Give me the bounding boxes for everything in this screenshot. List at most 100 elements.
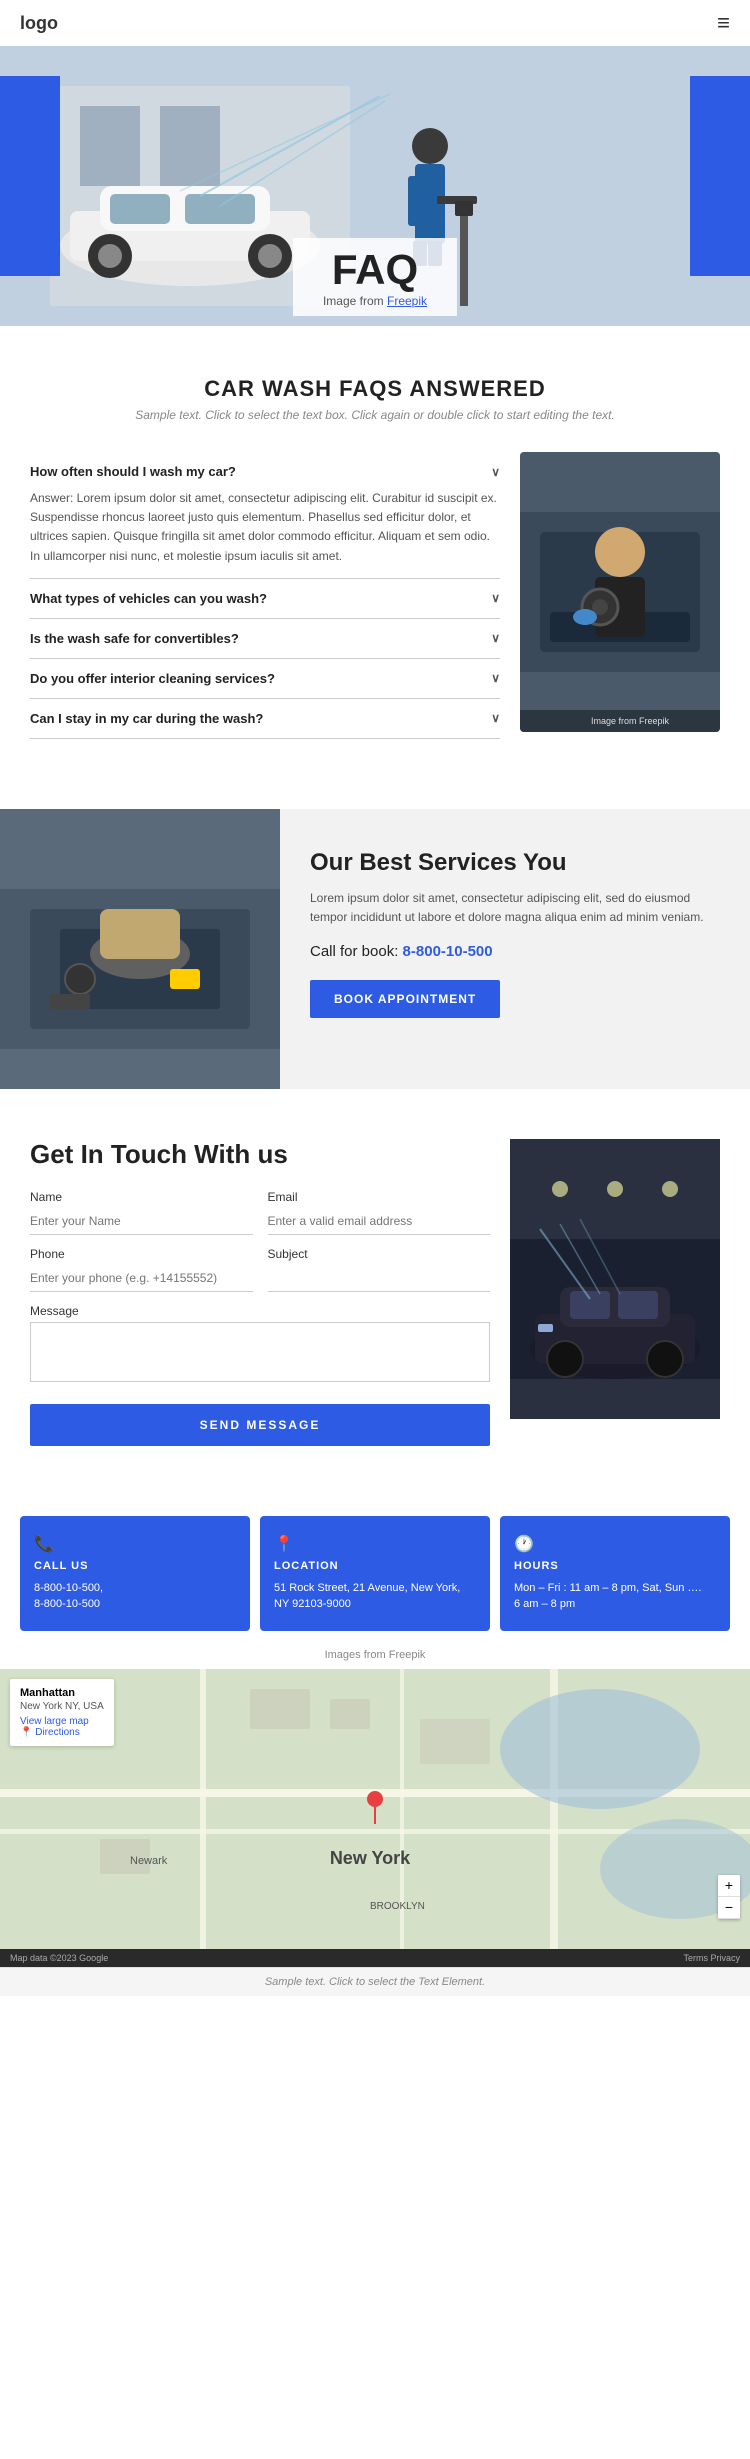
services-title: Our Best Services You <box>310 849 720 877</box>
faq-image: Image from Freepik <box>520 452 720 732</box>
faq-answer-1: Answer: Lorem ipsum dolor sit amet, cons… <box>30 489 500 566</box>
form-group-message: Message <box>30 1304 490 1382</box>
faq-heading: CAR WASH FAQS ANSWERED <box>30 376 720 402</box>
contact-car-image <box>510 1139 720 1419</box>
faq-item-2: What types of vehicles can you wash? ∨ <box>30 579 500 619</box>
hours-icon: 🕐 <box>514 1534 716 1554</box>
faq-arrow-3: ∨ <box>491 631 500 645</box>
faq-question-1[interactable]: How often should I wash my car? ∨ <box>30 464 500 479</box>
hero-section: FAQ Image from Freepik <box>0 46 750 326</box>
hero-freepik-link[interactable]: Freepik <box>387 294 427 308</box>
map-zoom-out[interactable]: − <box>718 1897 740 1919</box>
subject-label: Subject <box>268 1247 491 1261</box>
services-content: Our Best Services You Lorem ipsum dolor … <box>280 809 750 1089</box>
faq-arrow-5: ∨ <box>491 711 500 725</box>
faq-right-image: Image from Freepik <box>520 452 720 739</box>
phone-link[interactable]: 8-800-10-500 <box>403 943 493 960</box>
hours-card-title: HOURS <box>514 1560 716 1572</box>
send-message-button[interactable]: SEND MESSAGE <box>30 1404 490 1446</box>
faq-section: CAR WASH FAQS ANSWERED Sample text. Clic… <box>0 326 750 769</box>
logo: logo <box>20 13 58 34</box>
faq-arrow-2: ∨ <box>491 591 500 605</box>
message-textarea[interactable] <box>30 1322 490 1382</box>
hours-card-text: Mon – Fri : 11 am – 8 pm, Sat, Sun …. 6 … <box>514 1580 716 1613</box>
faq-interior-svg: Image from Freepik <box>520 452 720 732</box>
email-input[interactable] <box>268 1208 491 1235</box>
call-label: Call for book: <box>310 943 398 960</box>
faq-question-text-3: Is the wash safe for convertibles? <box>30 631 239 646</box>
contact-image <box>510 1139 720 1446</box>
faq-question-text-1: How often should I wash my car? <box>30 464 236 479</box>
faq-item-4: Do you offer interior cleaning services?… <box>30 659 500 699</box>
map-overlay-address: New York NY, USA <box>20 1701 104 1712</box>
services-text: Lorem ipsum dolor sit amet, consectetur … <box>310 889 720 927</box>
map-placeholder[interactable]: New York Newark BROOKLYN Manhattan New Y… <box>0 1669 750 1949</box>
map-overlay: Manhattan New York NY, USA View large ma… <box>10 1679 114 1746</box>
svg-text:BROOKLYN: BROOKLYN <box>370 1901 425 1912</box>
faq-item-5: Can I stay in my car during the wash? ∨ <box>30 699 500 739</box>
name-input[interactable] <box>30 1208 253 1235</box>
svg-text:Image from Freepik: Image from Freepik <box>591 716 670 726</box>
services-call: Call for book: 8-800-10-500 <box>310 943 720 960</box>
services-image <box>0 809 280 1089</box>
phone-label: Phone <box>30 1247 253 1261</box>
location-card-text: 51 Rock Street, 21 Avenue, New York, NY … <box>274 1580 476 1613</box>
hero-text-block: FAQ Image from Freepik <box>293 238 457 316</box>
info-cards-section: 📞 CALL US 8-800-10-500, 8-800-10-500 📍 L… <box>0 1496 750 1641</box>
call-card-title: CALL US <box>34 1560 236 1572</box>
call-icon: 📞 <box>34 1534 236 1554</box>
contact-section: Get In Touch With us Name Email Phone Su… <box>0 1089 750 1496</box>
faq-item-3: Is the wash safe for convertibles? ∨ <box>30 619 500 659</box>
faq-question-2[interactable]: What types of vehicles can you wash? ∨ <box>30 591 500 606</box>
map-zoom-controls: + − <box>718 1875 740 1919</box>
map-view-large-link[interactable]: View large map <box>20 1716 104 1727</box>
contact-form-area: Get In Touch With us Name Email Phone Su… <box>30 1139 490 1446</box>
faq-question-text-2: What types of vehicles can you wash? <box>30 591 267 606</box>
services-svg <box>0 809 280 1089</box>
info-card-call: 📞 CALL US 8-800-10-500, 8-800-10-500 <box>20 1516 250 1631</box>
hero-accent-left <box>0 76 60 276</box>
info-card-location: 📍 LOCATION 51 Rock Street, 21 Avenue, Ne… <box>260 1516 490 1631</box>
contact-title: Get In Touch With us <box>30 1139 490 1170</box>
faq-question-3[interactable]: Is the wash safe for convertibles? ∨ <box>30 631 500 646</box>
contact-svg <box>510 1139 720 1419</box>
form-row-phone-subject: Phone Subject <box>30 1247 490 1292</box>
hero-title: FAQ <box>323 246 427 294</box>
faq-subtext: Sample text. Click to select the text bo… <box>30 408 720 422</box>
faq-question-text-4: Do you offer interior cleaning services? <box>30 671 275 686</box>
hero-accent-right <box>690 76 750 276</box>
images-credit: Images from Freepik <box>0 1641 750 1669</box>
svg-text:New York: New York <box>330 1848 411 1868</box>
form-group-subject: Subject <box>268 1247 491 1292</box>
services-section: Our Best Services You Lorem ipsum dolor … <box>0 809 750 1089</box>
map-footer-right: Terms Privacy <box>683 1953 740 1963</box>
faq-item-1: How often should I wash my car? ∨ Answer… <box>30 452 500 579</box>
map-footer-left: Map data ©2023 Google <box>10 1953 108 1963</box>
email-label: Email <box>268 1190 491 1204</box>
call-card-text: 8-800-10-500, 8-800-10-500 <box>34 1580 236 1613</box>
map-section: New York Newark BROOKLYN Manhattan New Y… <box>0 1669 750 1949</box>
location-icon: 📍 <box>274 1534 476 1554</box>
subject-input[interactable] <box>268 1265 491 1292</box>
book-appointment-button[interactable]: BOOK APPOINTMENT <box>310 980 500 1018</box>
form-group-email: Email <box>268 1190 491 1235</box>
location-card-title: LOCATION <box>274 1560 476 1572</box>
message-label: Message <box>30 1304 490 1318</box>
map-footer: Map data ©2023 Google Terms Privacy <box>0 1949 750 1967</box>
faq-questions: How often should I wash my car? ∨ Answer… <box>30 452 500 739</box>
faq-question-5[interactable]: Can I stay in my car during the wash? ∨ <box>30 711 500 726</box>
sample-text-bar: Sample text. Click to select the Text El… <box>0 1967 750 1996</box>
name-label: Name <box>30 1190 253 1204</box>
info-card-hours: 🕐 HOURS Mon – Fri : 11 am – 8 pm, Sat, S… <box>500 1516 730 1631</box>
faq-question-4[interactable]: Do you offer interior cleaning services?… <box>30 671 500 686</box>
map-overlay-title: Manhattan <box>20 1687 104 1699</box>
faq-arrow-4: ∨ <box>491 671 500 685</box>
map-zoom-in[interactable]: + <box>718 1875 740 1897</box>
phone-input[interactable] <box>30 1265 253 1292</box>
form-group-name: Name <box>30 1190 253 1235</box>
faq-arrow-1: ∨ <box>491 465 500 479</box>
form-group-phone: Phone <box>30 1247 253 1292</box>
faq-question-text-5: Can I stay in my car during the wash? <box>30 711 263 726</box>
hamburger-icon[interactable]: ≡ <box>717 10 730 36</box>
svg-text:Newark: Newark <box>130 1855 168 1867</box>
